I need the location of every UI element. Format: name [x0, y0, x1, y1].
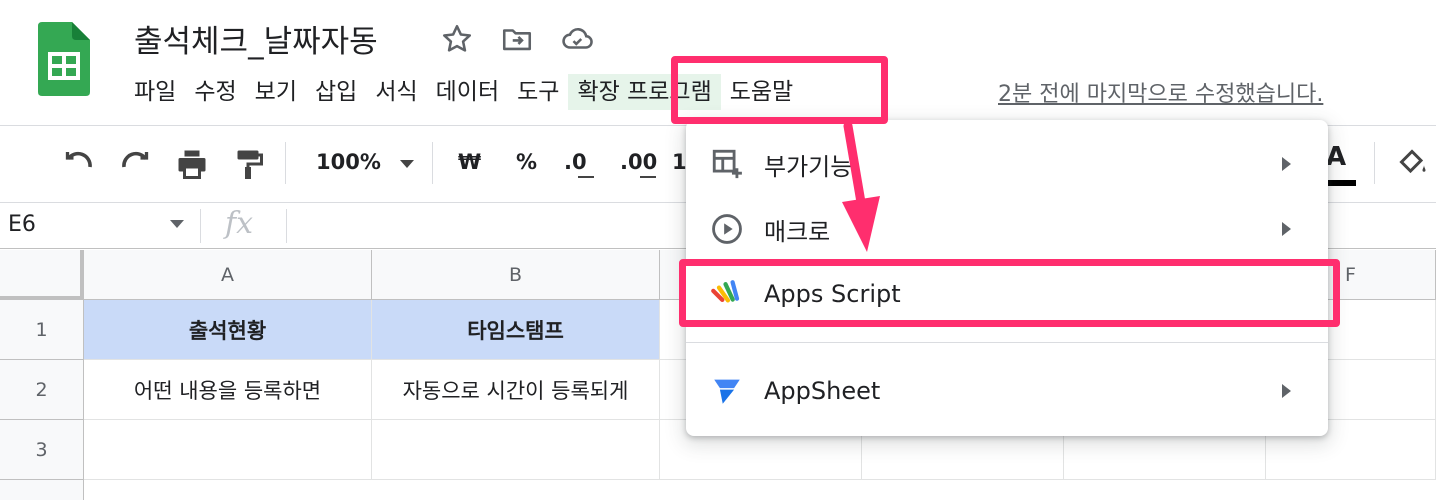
menu-item-addons[interactable]: 부가기능: [686, 136, 1328, 192]
more-formats-button[interactable]: 1: [672, 150, 687, 174]
menu-edit[interactable]: 수정: [185, 74, 245, 110]
redo-icon[interactable]: [118, 146, 154, 182]
toolbar-separator: [1374, 142, 1375, 184]
decrease-decimal-button[interactable]: .0: [564, 150, 587, 174]
fill-color-icon[interactable]: [1394, 144, 1430, 180]
menu-item-appsheet[interactable]: AppSheet: [686, 363, 1328, 419]
toolbar-separator: [285, 142, 286, 184]
pointer-arrow: [832, 121, 892, 259]
arrow-right-icon: [640, 176, 656, 178]
move-folder-icon[interactable]: [500, 22, 534, 56]
formula-separator: [286, 209, 287, 243]
document-title[interactable]: 출석체크_날짜자동: [134, 16, 378, 61]
last-edit-link[interactable]: 2분 전에 마지막으로 수정했습니다.: [998, 76, 1323, 108]
menu-format[interactable]: 서식: [366, 74, 426, 110]
name-box[interactable]: E6: [8, 212, 36, 237]
undo-icon[interactable]: [60, 146, 96, 182]
play-circle-icon: [710, 212, 744, 246]
currency-format-button[interactable]: ₩: [458, 150, 481, 174]
column-header-b[interactable]: B: [372, 250, 660, 300]
print-icon[interactable]: [174, 146, 210, 182]
cell-b3[interactable]: [372, 420, 660, 480]
paint-format-icon[interactable]: [230, 146, 266, 182]
row-header-4[interactable]: [0, 480, 84, 500]
cloud-saved-icon[interactable]: [560, 22, 594, 56]
toolbar-separator: [432, 142, 433, 184]
zoom-select[interactable]: 100%: [316, 150, 381, 174]
sheets-logo-icon[interactable]: [38, 22, 90, 96]
name-box-dropdown-icon[interactable]: [170, 220, 184, 228]
percent-format-button[interactable]: %: [516, 150, 537, 174]
menu-file[interactable]: 파일: [134, 74, 185, 110]
cell-b1[interactable]: 타임스탬프: [372, 300, 660, 360]
zoom-dropdown-icon[interactable]: [400, 160, 414, 168]
apps-script-highlight-box: [679, 259, 1340, 327]
menu-insert[interactable]: 삽입: [306, 74, 366, 110]
menu-item-label: AppSheet: [764, 377, 881, 405]
cell-a1[interactable]: 출석현황: [84, 300, 372, 360]
arrow-left-icon: [578, 176, 594, 178]
formula-separator: [200, 209, 201, 243]
increase-decimal-button[interactable]: .00: [620, 150, 657, 174]
row-header-1[interactable]: 1: [0, 300, 84, 360]
cell-a2[interactable]: 어떤 내용을 등록하면: [84, 360, 372, 420]
submenu-arrow-icon: [1282, 384, 1291, 398]
menu-tools[interactable]: 도구: [508, 74, 568, 110]
fx-icon: fx: [225, 206, 254, 241]
star-icon[interactable]: [440, 22, 474, 56]
formula-input[interactable]: [300, 206, 680, 246]
row-header-2[interactable]: 2: [0, 360, 84, 420]
menu-item-macros[interactable]: 매크로: [686, 201, 1328, 257]
row-header-3[interactable]: 3: [0, 420, 84, 480]
menu-data[interactable]: 데이터: [427, 74, 508, 110]
submenu-arrow-icon: [1282, 222, 1291, 236]
column-header-a[interactable]: A: [84, 250, 372, 300]
text-color-icon[interactable]: A: [1326, 142, 1346, 172]
menu-view[interactable]: 보기: [246, 74, 306, 110]
cell-a3[interactable]: [84, 420, 372, 480]
menu-separator: [686, 342, 1328, 343]
select-all-corner[interactable]: [0, 250, 84, 300]
add-on-icon: [710, 147, 744, 181]
submenu-arrow-icon: [1282, 157, 1291, 171]
menu-item-label: 매크로: [764, 217, 831, 246]
extensions-highlight-box: [671, 56, 888, 124]
appsheet-icon: [710, 374, 744, 408]
cell-b2[interactable]: 자동으로 시간이 등록되게: [372, 360, 660, 420]
